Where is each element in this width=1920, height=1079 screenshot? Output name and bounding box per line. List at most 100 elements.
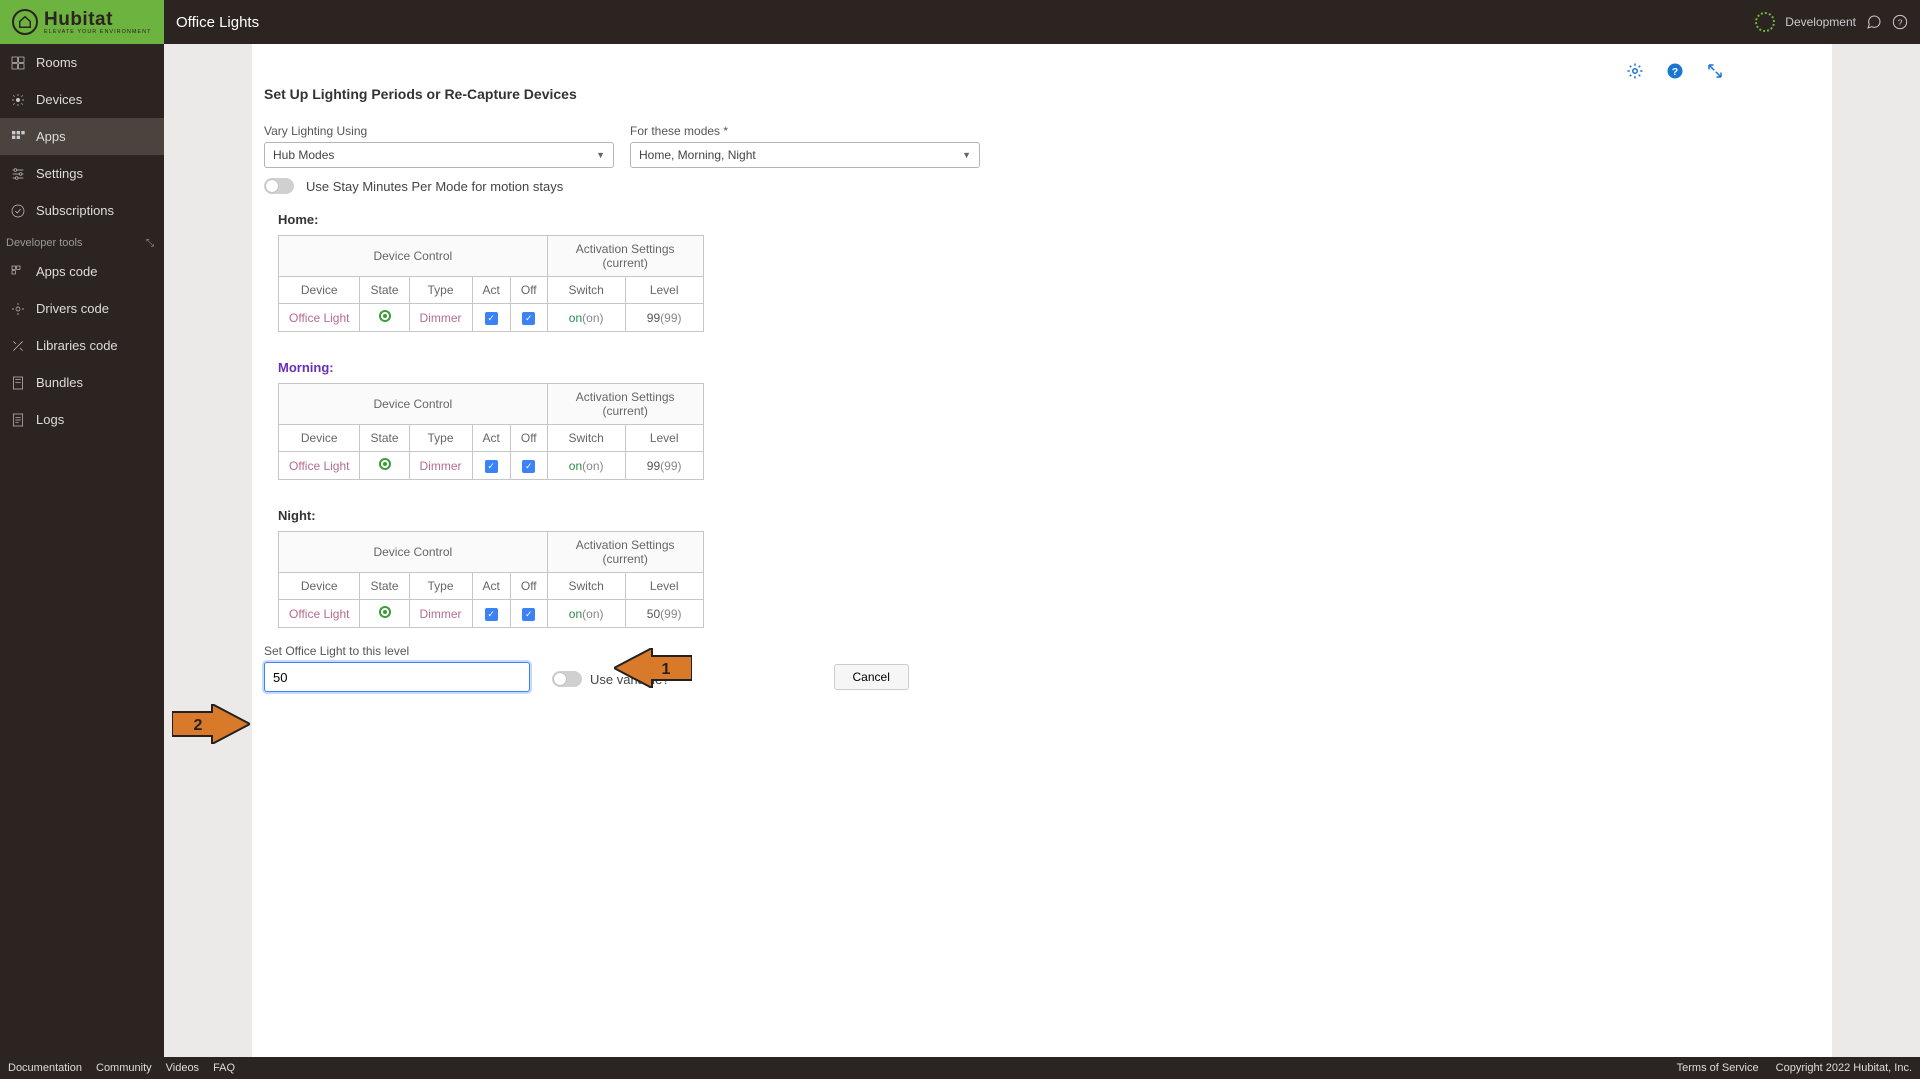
svg-text:2: 2 xyxy=(194,717,203,734)
mode-morning-title: Morning: xyxy=(278,360,1832,375)
off-checkbox[interactable]: ✓ xyxy=(510,304,547,332)
main-content: ? Set Up Lighting Periods or Re-Capture … xyxy=(164,44,1920,1057)
footer-terms[interactable]: Terms of Service xyxy=(1677,1062,1759,1074)
page-title: Office Lights xyxy=(176,14,259,31)
table-row: Office Light Dimmer ✓ ✓ on(on) 50(99) xyxy=(279,600,704,628)
svg-text:1: 1 xyxy=(662,661,671,678)
vary-lighting-label: Vary Lighting Using xyxy=(264,124,614,138)
bundles-icon xyxy=(10,375,26,391)
sidebar-item-label: Bundles xyxy=(36,375,83,390)
brand-name: Hubitat xyxy=(44,9,151,31)
sidebar-item-label: Subscriptions xyxy=(36,203,114,218)
footer-community[interactable]: Community xyxy=(96,1062,152,1074)
libraries-icon xyxy=(10,338,26,354)
device-link[interactable]: Office Light xyxy=(279,600,360,628)
footer-copyright: Copyright 2022 Hubitat, Inc. xyxy=(1776,1062,1912,1074)
table-row: Office Light Dimmer ✓ ✓ on(on) 99(99) xyxy=(279,304,704,332)
level-input[interactable] xyxy=(264,662,530,692)
state-on-icon xyxy=(379,458,391,470)
devices-icon xyxy=(10,92,26,108)
use-variable-toggle[interactable] xyxy=(552,671,582,687)
stay-minutes-toggle[interactable] xyxy=(264,178,294,194)
off-checkbox[interactable]: ✓ xyxy=(510,600,547,628)
type-link[interactable]: Dimmer xyxy=(409,452,472,480)
cancel-button[interactable]: Cancel xyxy=(834,664,909,690)
logs-icon xyxy=(10,412,26,428)
footer-documentation[interactable]: Documentation xyxy=(8,1062,82,1074)
section-title: Set Up Lighting Periods or Re-Capture De… xyxy=(264,86,1832,102)
sidebar-dev-section[interactable]: Developer tools ⤡ xyxy=(0,229,164,253)
chat-icon[interactable] xyxy=(1866,14,1882,30)
environment-label: Development xyxy=(1785,15,1856,29)
rooms-icon xyxy=(10,55,26,71)
sidebar-item-subscriptions[interactable]: Subscriptions xyxy=(0,192,164,229)
off-checkbox[interactable]: ✓ xyxy=(510,452,547,480)
device-link[interactable]: Office Light xyxy=(279,304,360,332)
level-cell[interactable]: 50(99) xyxy=(625,600,703,628)
annotation-arrow-1: 1 xyxy=(614,648,692,688)
level-cell[interactable]: 99(99) xyxy=(625,452,703,480)
footer-faq[interactable]: FAQ xyxy=(213,1062,235,1074)
level-input-label: Set Office Light to this level xyxy=(264,644,530,658)
sidebar-item-label: Libraries code xyxy=(36,338,118,353)
act-checkbox[interactable]: ✓ xyxy=(472,304,510,332)
act-checkbox[interactable]: ✓ xyxy=(472,452,510,480)
svg-text:?: ? xyxy=(1672,66,1678,78)
sidebar-item-devices[interactable]: Devices xyxy=(0,81,164,118)
state-cell[interactable] xyxy=(360,600,409,628)
sidebar-item-label: Settings xyxy=(36,166,83,181)
switch-cell[interactable]: on(on) xyxy=(547,304,625,332)
type-link[interactable]: Dimmer xyxy=(409,304,472,332)
type-link[interactable]: Dimmer xyxy=(409,600,472,628)
sidebar-item-label: Apps xyxy=(36,129,66,144)
switch-cell[interactable]: on(on) xyxy=(547,600,625,628)
drivers-icon xyxy=(10,301,26,317)
sidebar: Rooms Devices Apps Settings Subscription… xyxy=(0,44,164,1057)
app-header: Hubitat ELEVATE YOUR ENVIRONMENT Office … xyxy=(0,0,1920,44)
state-on-icon xyxy=(379,606,391,618)
sidebar-item-logs[interactable]: Logs xyxy=(0,401,164,438)
switch-cell[interactable]: on(on) xyxy=(547,452,625,480)
mode-night-table: Device ControlActivation Settings (curre… xyxy=(278,531,704,628)
settings-icon xyxy=(10,166,26,182)
mode-home-title: Home: xyxy=(278,212,1832,227)
modes-select[interactable]: Home, Morning, Night xyxy=(630,142,980,168)
gear-icon[interactable] xyxy=(1626,62,1644,80)
state-on-icon xyxy=(379,310,391,322)
sidebar-item-librariescode[interactable]: Libraries code xyxy=(0,327,164,364)
brand-logo[interactable]: Hubitat ELEVATE YOUR ENVIRONMENT xyxy=(0,0,164,44)
expand-icon[interactable] xyxy=(1706,62,1724,80)
sidebar-item-rooms[interactable]: Rooms xyxy=(0,44,164,81)
annotation-arrow-2: 2 xyxy=(172,704,250,744)
sidebar-item-appscode[interactable]: Apps code xyxy=(0,253,164,290)
sidebar-item-bundles[interactable]: Bundles xyxy=(0,364,164,401)
table-row: Office Light Dimmer ✓ ✓ on(on) 99(99) xyxy=(279,452,704,480)
vary-lighting-select[interactable]: Hub Modes xyxy=(264,142,614,168)
state-cell[interactable] xyxy=(360,452,409,480)
stay-minutes-label: Use Stay Minutes Per Mode for motion sta… xyxy=(306,179,563,194)
settings-card: ? Set Up Lighting Periods or Re-Capture … xyxy=(252,44,1832,1057)
state-cell[interactable] xyxy=(360,304,409,332)
svg-text:?: ? xyxy=(1898,17,1903,27)
apps-icon xyxy=(10,129,26,145)
collapse-icon: ⤡ xyxy=(146,238,154,249)
level-cell[interactable]: 99(99) xyxy=(625,304,703,332)
footer: Documentation Community Videos FAQ Terms… xyxy=(0,1057,1920,1079)
subscriptions-icon xyxy=(10,203,26,219)
mode-home-table: Device ControlActivation Settings (curre… xyxy=(278,235,704,332)
loading-spinner-icon xyxy=(1755,12,1775,32)
act-checkbox[interactable]: ✓ xyxy=(472,600,510,628)
help-circle-icon[interactable]: ? xyxy=(1666,62,1684,80)
sidebar-item-label: Apps code xyxy=(36,264,97,279)
footer-videos[interactable]: Videos xyxy=(166,1062,199,1074)
help-icon[interactable]: ? xyxy=(1892,14,1908,30)
house-icon xyxy=(12,9,38,35)
modes-label: For these modes * xyxy=(630,124,980,138)
sidebar-item-driverscode[interactable]: Drivers code xyxy=(0,290,164,327)
brand-tagline: ELEVATE YOUR ENVIRONMENT xyxy=(44,29,151,35)
code-icon xyxy=(10,264,26,280)
sidebar-item-settings[interactable]: Settings xyxy=(0,155,164,192)
device-link[interactable]: Office Light xyxy=(279,452,360,480)
sidebar-item-label: Rooms xyxy=(36,55,77,70)
sidebar-item-apps[interactable]: Apps xyxy=(0,118,164,155)
